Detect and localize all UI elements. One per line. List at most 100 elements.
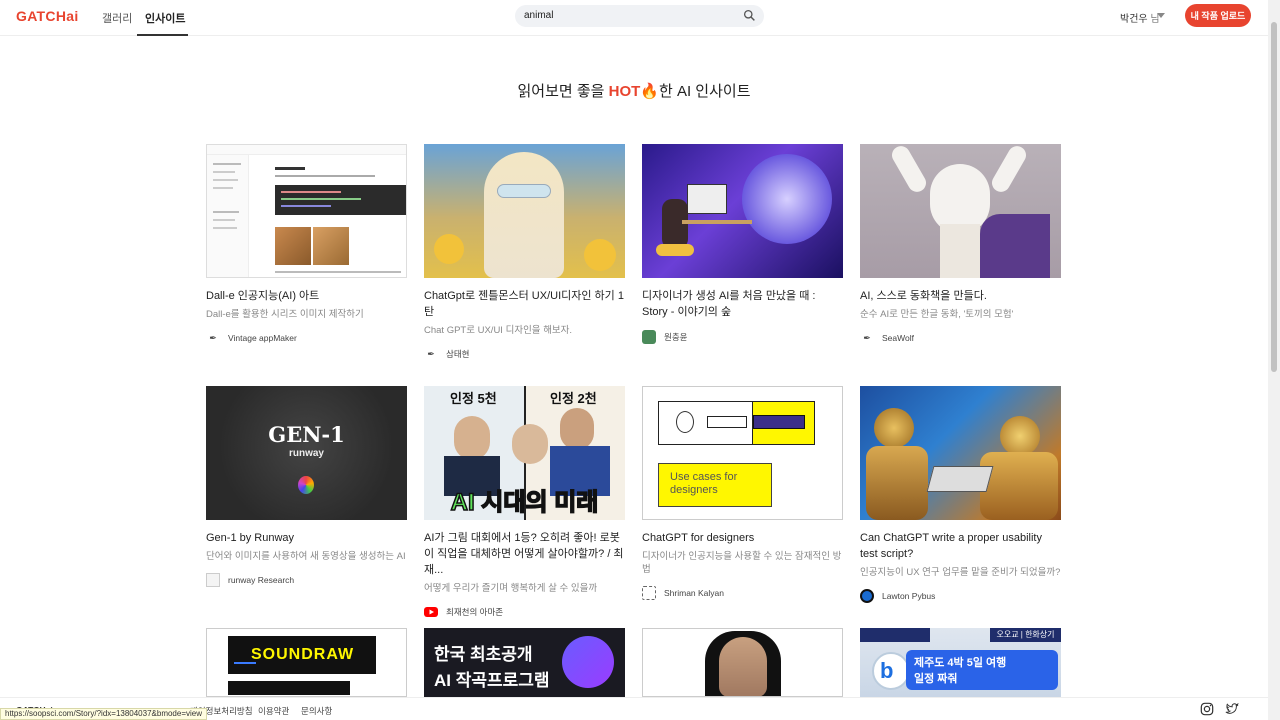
- author-name: 원충윤: [664, 332, 688, 342]
- card-description: 어떻게 우리가 즐기며 행복하게 살 수 있을까: [424, 583, 598, 594]
- card-description: 순수 AI로 만든 한글 동화, '토끼의 모험': [860, 309, 1014, 320]
- insight-card[interactable]: AI, 스스로 동화책을 만들다. 순수 AI로 만든 한글 동화, '토끼의 …: [860, 144, 1061, 345]
- status-bar-url: https://soopsci.com/Story/?idx=13804037&…: [0, 708, 208, 720]
- author-avatar: [642, 330, 656, 344]
- gen1-logo-text: GEN-1: [268, 422, 345, 447]
- user-name: 박건우: [1120, 14, 1148, 25]
- card-title[interactable]: Gen-1 by Runway: [206, 530, 407, 546]
- author-name: Shriman Kalyan: [664, 588, 725, 598]
- card-title[interactable]: 디자이너가 생성 AI를 처음 만났을 때 : Story - 이야기의 숲: [642, 288, 843, 320]
- card-author[interactable]: 원충윤: [642, 330, 843, 344]
- card-title[interactable]: Dall-e 인공지능(AI) 아트: [206, 288, 407, 304]
- card-description: 인공지능이 UX 연구 업무를 맡을 준비가 되었을까?: [860, 567, 1061, 578]
- author-avatar: [642, 586, 656, 600]
- nav-insight[interactable]: 인사이트: [145, 10, 185, 26]
- card-thumbnail[interactable]: SOUNDRAW: [206, 628, 407, 697]
- jeju-line1: 제주도 4박 5일 여행: [914, 657, 1007, 669]
- insight-card[interactable]: Use cases for designers ChatGPT for desi…: [642, 386, 843, 600]
- top-header: GATCHai 갤러리 인사이트 animal 박건우 님 내 작품 업로드: [0, 0, 1268, 36]
- korea-line2: AI 작곡프로그램: [434, 671, 550, 690]
- youtube-icon: [424, 605, 438, 619]
- korea-line1: 한국 최초공개: [434, 645, 533, 664]
- card-description: 디자이너가 인공지능을 사용할 수 있는 잠재적인 방법: [642, 551, 842, 575]
- author-name: SeaWolf: [882, 333, 914, 343]
- instagram-icon[interactable]: [1200, 702, 1214, 716]
- section-title: 읽어보면 좋을 HOT🔥한 AI 인사이트: [0, 80, 1268, 101]
- card-thumbnail[interactable]: 오오교 | 한화상기 b 제주도 4박 5일 여행 일정 짜줘: [860, 628, 1061, 697]
- card-author[interactable]: 최재천의 아마존: [424, 605, 625, 619]
- card-thumbnail[interactable]: [642, 628, 843, 697]
- insight-card[interactable]: Dall-e 인공지능(AI) 아트 Dall-e를 활용한 시리즈 이미지 제…: [206, 144, 407, 345]
- page-scrollbar[interactable]: [1268, 0, 1280, 720]
- author-name: 최재천의 아마존: [446, 607, 504, 617]
- footer-contact-link[interactable]: 문의사항: [301, 705, 332, 717]
- search-bar[interactable]: animal: [515, 5, 764, 27]
- card-thumbnail[interactable]: [424, 144, 625, 278]
- bing-icon: b: [880, 658, 894, 683]
- interview-left-label: 인정 5천: [450, 391, 497, 406]
- site-logo[interactable]: GATCHai: [16, 8, 79, 24]
- card-description: 단어와 이미지를 사용하여 새 동영상을 생성하는 AI: [206, 551, 406, 562]
- card-title[interactable]: ChatGPT for designers: [642, 530, 843, 546]
- card-thumbnail[interactable]: [642, 144, 843, 278]
- pen-nib-icon: ✒: [863, 332, 871, 343]
- card-title[interactable]: AI가 그림 대회에서 1등? 오히려 좋아! 로봇이 직업을 대체하면 어떻게…: [424, 530, 625, 578]
- card-thumbnail[interactable]: [860, 386, 1061, 520]
- card-author[interactable]: ✒ 삼태현: [424, 347, 625, 361]
- interview-caption: AI 시대의 미래: [450, 488, 599, 517]
- insight-card[interactable]: 오오교 | 한화상기 b 제주도 4박 5일 여행 일정 짜줘: [860, 628, 1061, 697]
- card-thumbnail[interactable]: Use cases for designers: [642, 386, 843, 520]
- card-author[interactable]: Shriman Kalyan: [642, 586, 843, 600]
- insight-card[interactable]: 디자이너가 생성 AI를 처음 만났을 때 : Story - 이야기의 숲 원…: [642, 144, 843, 344]
- upload-work-button[interactable]: 내 작품 업로드: [1185, 4, 1251, 27]
- author-name: runway Research: [228, 575, 295, 585]
- card-title[interactable]: Can ChatGPT write a proper usability tes…: [860, 530, 1061, 562]
- interview-right-label: 인정 2천: [550, 391, 597, 406]
- nav-gallery[interactable]: 갤러리: [102, 10, 132, 26]
- chevron-down-icon[interactable]: [1157, 13, 1165, 18]
- runway-logo-text: runway: [288, 448, 324, 459]
- card-thumbnail[interactable]: [206, 144, 407, 278]
- card-thumbnail[interactable]: [860, 144, 1061, 278]
- card-author[interactable]: runway Research: [206, 573, 407, 587]
- nav-active-indicator: [137, 34, 188, 36]
- insight-card[interactable]: GEN-1 runway Gen-1 by Runway 단어와 이미지를 사용…: [206, 386, 407, 587]
- author-avatar: [206, 573, 220, 587]
- card-thumbnail[interactable]: 인정 5천 인정 2천 AI 시대의 미래: [424, 386, 625, 520]
- author-avatar: [860, 589, 874, 603]
- card-thumbnail[interactable]: 한국 최초공개 AI 작곡프로그램: [424, 628, 625, 697]
- insight-card[interactable]: 한국 최초공개 AI 작곡프로그램: [424, 628, 625, 697]
- fire-icon: 🔥: [640, 83, 659, 100]
- section-title-text-end: 한 AI 인사이트: [658, 83, 751, 100]
- search-icon[interactable]: [743, 9, 756, 22]
- scrollbar-thumb[interactable]: [1271, 22, 1277, 372]
- card-description: Chat GPT로 UX/UI 디자인을 해보자.: [424, 325, 573, 336]
- designers-tag: Use cases for designers: [670, 471, 738, 496]
- user-menu[interactable]: 박건우 님: [1120, 10, 1160, 25]
- insight-card[interactable]: SOUNDRAW: [206, 628, 407, 697]
- footer-terms-link[interactable]: 이용약관: [258, 705, 289, 717]
- card-author[interactable]: ✒ Vintage appMaker: [206, 331, 407, 345]
- jeju-badge: 오오교 | 한화상기: [990, 628, 1061, 642]
- card-author[interactable]: ✒ SeaWolf: [860, 331, 1061, 345]
- insight-card[interactable]: ChatGpt로 젠틀몬스터 UX/UI디자인 하기 1탄 Chat GPT로 …: [424, 144, 625, 361]
- insight-card[interactable]: 인정 5천 인정 2천 AI 시대의 미래 AI가 그림 대회에서 1등? 오히…: [424, 386, 625, 619]
- author-name: Vintage appMaker: [228, 333, 297, 343]
- card-author[interactable]: Lawton Pybus: [860, 589, 1061, 603]
- card-thumbnail[interactable]: GEN-1 runway: [206, 386, 407, 520]
- card-title[interactable]: ChatGpt로 젠틀몬스터 UX/UI디자인 하기 1탄: [424, 288, 625, 320]
- hot-label: HOT: [608, 83, 641, 100]
- section-title-text: 읽어보면 좋을: [517, 83, 609, 100]
- author-name: 삼태현: [446, 349, 470, 359]
- author-name: Lawton Pybus: [882, 591, 936, 601]
- insight-card[interactable]: Can ChatGPT write a proper usability tes…: [860, 386, 1061, 603]
- jeju-line2: 일정 짜줘: [914, 673, 958, 685]
- card-title[interactable]: AI, 스스로 동화책을 만들다.: [860, 288, 1061, 304]
- card-description: Dall-e를 활용한 시리즈 이미지 제작하기: [206, 309, 364, 320]
- soundraw-logo: SOUNDRAW: [251, 646, 355, 663]
- search-input[interactable]: animal: [524, 10, 553, 21]
- pen-nib-icon: ✒: [209, 332, 217, 343]
- insight-card[interactable]: [642, 628, 843, 697]
- pen-nib-icon: ✒: [427, 348, 435, 359]
- twitter-icon[interactable]: [1225, 702, 1239, 716]
